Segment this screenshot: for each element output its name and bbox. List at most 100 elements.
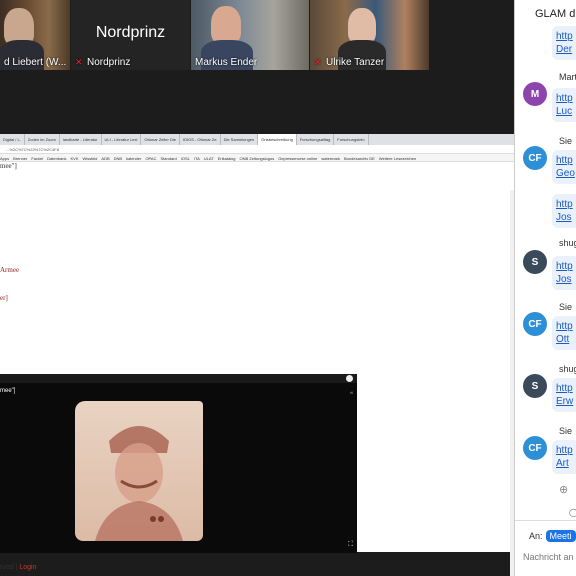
participant-label: ✕ Nordprinz (75, 57, 130, 68)
address-bar[interactable]: ...%2C%7C%22%7C%2C4F8 (0, 145, 514, 154)
people-icon[interactable]: ◯ (569, 508, 576, 517)
chat-message-link[interactable]: http Ott (552, 316, 576, 350)
mic-muted-icon: ✕ (314, 57, 322, 67)
page-text: mee"] (0, 162, 17, 170)
link-line: http (556, 445, 573, 456)
participant-face (211, 6, 241, 44)
avatar[interactable]: M (523, 82, 547, 106)
browser-tab[interactable]: Forschungsalltag (297, 134, 335, 145)
bookmark[interactable]: Gepressenorse online (278, 156, 317, 161)
browser-tab-active[interactable]: Ortsbeschreibung (258, 134, 297, 145)
bookmark[interactable]: ULAT (204, 156, 214, 161)
page-footer: rved | Login (0, 564, 36, 571)
link-line: http (556, 93, 573, 104)
link-line: http (556, 261, 573, 272)
bookmark[interactable]: Bundesarchiv DE (344, 156, 375, 161)
link-line: http (556, 383, 573, 394)
image-viewer[interactable]: mee"] « ⛶ (0, 374, 357, 553)
browser-tab[interactable]: IDIOS - Ottonar Ze (180, 134, 221, 145)
chat-sender: Mart (559, 72, 576, 82)
bookmark[interactable]: Fackel (31, 156, 43, 161)
browser-tab[interactable]: Zoden im Zoom (25, 134, 60, 145)
chat-message-link[interactable]: http Luc (552, 88, 576, 122)
bookmark[interactable]: Apps (0, 156, 9, 161)
bookmark[interactable]: IOSL (181, 156, 190, 161)
link-line: Jos (556, 212, 572, 223)
video-tile-ender[interactable]: Markus Ender (191, 0, 309, 70)
bookmark[interactable]: ADB (101, 156, 109, 161)
shared-screen: Digital / L. Zoden im Zoom landkarte - L… (0, 134, 514, 576)
chat-panel: GLAM dig http Der Mart M http Luc Sie CF… (514, 0, 576, 576)
chat-message-link[interactable]: http Jos (552, 194, 576, 228)
web-page: mee"] Armee er] mee"] « ⛶ rved | Login (0, 162, 514, 576)
browser-tab[interactable]: Ottonar Zeller Die (141, 134, 180, 145)
chat-message-link[interactable]: http Art (552, 440, 576, 474)
chat-sender: shug (559, 364, 576, 374)
gear-icon[interactable] (346, 375, 353, 382)
avatar[interactable]: S (523, 250, 547, 274)
link-line: Luc (556, 106, 573, 117)
bookmarks-bar: Apps Brenner Fackel Datenbank KVK Wissbi… (0, 154, 514, 162)
chat-message-link[interactable]: http Der (552, 26, 576, 60)
bookmark[interactable]: ONB Zeitungslogos (240, 156, 275, 161)
bookmark[interactable]: Datenbank (47, 156, 66, 161)
link-line: http (556, 31, 573, 42)
chat-message-link[interactable]: http Geo (552, 150, 576, 184)
viewer-caption: mee"] (0, 388, 16, 394)
browser-tab[interactable]: Die Sammlungen (221, 134, 259, 145)
bookmark[interactable]: Erlkatalog (218, 156, 236, 161)
browser-tab[interactable]: ULI - Literatur Lexi (102, 134, 142, 145)
participant-label: Markus Ender (195, 57, 257, 68)
chat-message-link[interactable]: http Erw (552, 378, 576, 412)
chat-divider (515, 520, 576, 521)
viewer-header (0, 374, 357, 383)
bookmark[interactable]: Weitere Lesezeichen (379, 156, 416, 161)
browser-tab[interactable]: Forschungsinfo (334, 134, 369, 145)
participant-center-name: Nordprinz (95, 24, 166, 41)
chat-message-link[interactable]: http Jos (552, 256, 576, 290)
portrait-image (75, 401, 203, 541)
avatar[interactable]: CF (523, 146, 547, 170)
login-link[interactable]: Login (19, 564, 36, 571)
participant-name: d Liebert (W... (4, 57, 67, 68)
add-reaction-icon[interactable]: ⊕ (559, 483, 568, 496)
bookmark[interactable]: DNB (114, 156, 122, 161)
bookmark[interactable]: kalender (126, 156, 141, 161)
bookmark[interactable]: Wissbild (83, 156, 98, 161)
chat-message-input[interactable]: Nachricht an (523, 552, 574, 562)
link-line: http (556, 155, 573, 166)
link-line: http (556, 321, 573, 332)
bookmark[interactable]: OPAC (145, 156, 156, 161)
avatar[interactable]: CF (523, 436, 547, 460)
bookmark[interactable]: KVK (71, 156, 79, 161)
link-line: http (556, 199, 573, 210)
footer-text: rved | (0, 564, 18, 571)
participant-label: d Liebert (W... (4, 57, 66, 68)
page-link[interactable]: er] (0, 294, 8, 302)
recipient-select[interactable]: Meeti (545, 530, 576, 542)
link-line: Erw (556, 396, 574, 407)
recipient-row: An: Meeti (515, 530, 576, 542)
video-tile-liebert[interactable]: d Liebert (W... (0, 0, 70, 70)
link-line: Ott (556, 334, 570, 345)
page-link[interactable]: Armee (0, 266, 19, 274)
video-tile-tanzer[interactable]: ✕ Ulrike Tanzer (310, 0, 429, 70)
bookmark[interactable]: ITA (194, 156, 200, 161)
avatar[interactable]: CF (523, 312, 547, 336)
participant-face (348, 8, 376, 44)
avatar[interactable]: S (523, 374, 547, 398)
fullscreen-icon[interactable]: ⛶ (348, 540, 353, 549)
video-tile-nordprinz[interactable]: Nordprinz ✕ Nordprinz (71, 0, 190, 70)
bookmark[interactable]: watermark (321, 156, 340, 161)
collapse-panel-icon[interactable]: « (350, 390, 353, 396)
browser-tab[interactable]: landkarte - Literatur (60, 134, 102, 145)
chat-sender: Sie (559, 136, 573, 146)
chat-sender: shug (559, 238, 576, 248)
video-strip: d Liebert (W... Nordprinz ✕ Nordprinz Ma… (0, 0, 514, 70)
bookmark[interactable]: Brenner (13, 156, 27, 161)
browser-tab[interactable]: Digital / L. (0, 134, 25, 145)
portrait-drawing (95, 426, 183, 541)
participant-name: Ulrike Tanzer (326, 57, 385, 68)
bookmark[interactable]: Standard (160, 156, 176, 161)
chat-title: GLAM dig (535, 8, 576, 20)
